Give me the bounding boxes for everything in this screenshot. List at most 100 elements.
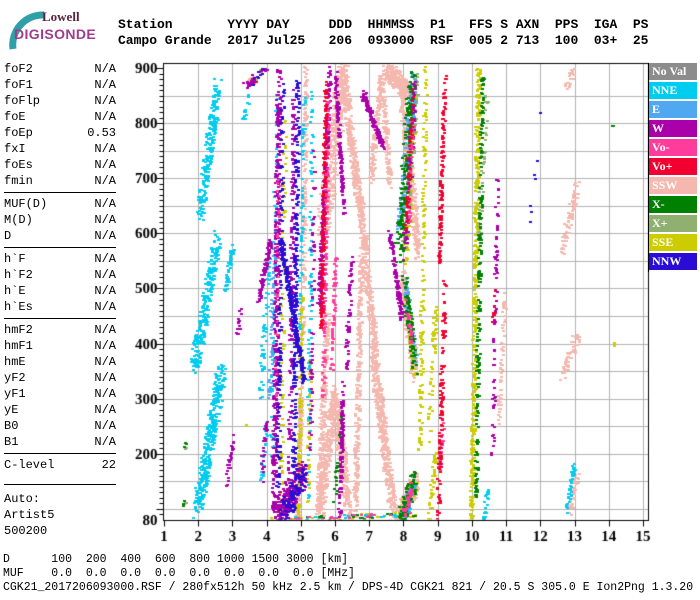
param-row-clevel: C-level 22 bbox=[4, 457, 116, 473]
param-row-ye: yE N/A bbox=[4, 402, 116, 418]
legend-item-xp: X+ bbox=[649, 215, 697, 232]
param-value: N/A bbox=[94, 229, 116, 243]
param-row-foep: foEp 0.53 bbox=[4, 125, 116, 141]
param-row-hes: h`Es N/A bbox=[4, 299, 116, 315]
auto-scaler-info: 500200 bbox=[4, 524, 48, 538]
param-value: 0.53 bbox=[87, 126, 116, 140]
param-row-foflp: foFlp N/A bbox=[4, 93, 116, 109]
param-value: N/A bbox=[94, 371, 116, 385]
param-label: B1 bbox=[4, 435, 19, 449]
param-row-yf2: yF2 N/A bbox=[4, 370, 116, 386]
param-value: N/A bbox=[94, 355, 116, 369]
legend-item-nnw: NNW bbox=[649, 253, 697, 270]
param-row-fxi: fxI N/A bbox=[4, 141, 116, 157]
separator bbox=[4, 453, 116, 454]
param-row-hme: hmE N/A bbox=[4, 354, 116, 370]
param-label: foF1 bbox=[4, 78, 33, 92]
param-row-fof1: foF1 N/A bbox=[4, 77, 116, 93]
param-row-foe: foE N/A bbox=[4, 109, 116, 125]
logo-text-lowell: Lowell bbox=[42, 9, 80, 24]
param-value: N/A bbox=[94, 339, 116, 353]
param-value: N/A bbox=[94, 142, 116, 156]
param-value: N/A bbox=[94, 94, 116, 108]
param-value: N/A bbox=[94, 387, 116, 401]
param-value: N/A bbox=[94, 197, 116, 211]
param-label: h`F2 bbox=[4, 268, 33, 282]
param-label: M(D) bbox=[4, 213, 33, 227]
param-row-fof2: foF2 N/A bbox=[4, 61, 116, 77]
separator bbox=[4, 318, 116, 319]
param-row-hmf1: hmF1 N/A bbox=[4, 338, 116, 354]
param-label: hmF1 bbox=[4, 339, 33, 353]
legend-item-noval: No Val bbox=[649, 63, 697, 80]
legend-item-e: E bbox=[649, 101, 697, 118]
param-row-fmin: fmin N/A bbox=[4, 173, 116, 189]
param-row-d: D N/A bbox=[4, 228, 116, 244]
param-value: N/A bbox=[94, 62, 116, 76]
param-row-hf2: h`F2 N/A bbox=[4, 267, 116, 283]
auto-scaler-info: Auto: bbox=[4, 492, 41, 506]
param-value: N/A bbox=[94, 284, 116, 298]
status-line: CGK21_2017206093000.RSF / 280fx512h 50 k… bbox=[3, 581, 694, 594]
param-label: MUF(D) bbox=[4, 197, 48, 211]
legend-item-vop: Vo+ bbox=[649, 158, 697, 175]
param-row-he: h`E N/A bbox=[4, 283, 116, 299]
muf-row: MUF 0.0 0.0 0.0 0.0 0.0 0.0 0.0 0.0 [MHz… bbox=[3, 567, 355, 580]
auto-scaler-info: Artist5 bbox=[4, 508, 55, 522]
param-label: h`F bbox=[4, 252, 26, 266]
legend-item-w: W bbox=[649, 120, 697, 137]
param-row-foes: foEs N/A bbox=[4, 157, 116, 173]
param-value: N/A bbox=[94, 300, 116, 314]
separator bbox=[4, 484, 116, 485]
param-value: N/A bbox=[94, 268, 116, 282]
param-label: foEs bbox=[4, 158, 33, 172]
param-row-hmf2: hmF2 N/A bbox=[4, 322, 116, 338]
param-label: fmin bbox=[4, 174, 33, 188]
param-label: hmF2 bbox=[4, 323, 33, 337]
legend-item-nne: NNE bbox=[649, 82, 697, 99]
param-value: N/A bbox=[94, 174, 116, 188]
legend: No Val NNE E W Vo- Vo+ SSW X- X+ SSE NNW bbox=[648, 63, 697, 272]
param-value: N/A bbox=[94, 110, 116, 124]
legend-item-xm: X- bbox=[649, 196, 697, 213]
logo-text-digisonde: DIGISONDE bbox=[14, 26, 97, 42]
param-label: h`E bbox=[4, 284, 26, 298]
param-label: foEp bbox=[4, 126, 33, 140]
legend-item-vom: Vo- bbox=[649, 139, 697, 156]
header-labels-row: Station YYYY DAY DDD HHMMSS P1 FFS S AXN… bbox=[118, 17, 649, 32]
legend-item-sse: SSE bbox=[649, 234, 697, 251]
header-values-row: Campo Grande 2017 Jul25 206 093000 RSF 0… bbox=[118, 33, 649, 48]
param-label: D bbox=[4, 229, 12, 243]
param-label: B0 bbox=[4, 419, 19, 433]
legend-item-ssw: SSW bbox=[649, 177, 697, 194]
param-row-yf1: yF1 N/A bbox=[4, 386, 116, 402]
param-row-b0: B0 N/A bbox=[4, 418, 116, 434]
param-value: N/A bbox=[94, 158, 116, 172]
param-value: N/A bbox=[94, 419, 116, 433]
param-label: yF2 bbox=[4, 371, 26, 385]
param-value: N/A bbox=[94, 323, 116, 337]
param-label: C-level bbox=[4, 458, 55, 472]
param-value: N/A bbox=[94, 78, 116, 92]
param-row-mufd: MUF(D) N/A bbox=[4, 196, 116, 212]
param-label: foF2 bbox=[4, 62, 33, 76]
separator bbox=[4, 247, 116, 248]
distance-row: D 100 200 400 600 800 1000 1500 3000 [km… bbox=[3, 553, 349, 566]
param-value: N/A bbox=[94, 252, 116, 266]
param-value: N/A bbox=[94, 213, 116, 227]
param-value: N/A bbox=[94, 435, 116, 449]
param-row-b1: B1 N/A bbox=[4, 434, 116, 450]
param-row-md: M(D) N/A bbox=[4, 212, 116, 228]
param-label: hmE bbox=[4, 355, 26, 369]
param-value: N/A bbox=[94, 403, 116, 417]
param-label: yE bbox=[4, 403, 19, 417]
param-label: yF1 bbox=[4, 387, 26, 401]
digisonde-logo: Lowell DIGISONDE bbox=[6, 6, 116, 52]
param-label: foE bbox=[4, 110, 26, 124]
param-label: foFlp bbox=[4, 94, 41, 108]
param-value: 22 bbox=[101, 458, 116, 472]
param-row-hf: h`F N/A bbox=[4, 251, 116, 267]
separator bbox=[4, 192, 116, 193]
parameter-panel: foF2 N/A foF1 N/A foFlp N/A foE N/A foEp 0.53 fxI N… bbox=[4, 61, 116, 539]
param-label: fxI bbox=[4, 142, 26, 156]
